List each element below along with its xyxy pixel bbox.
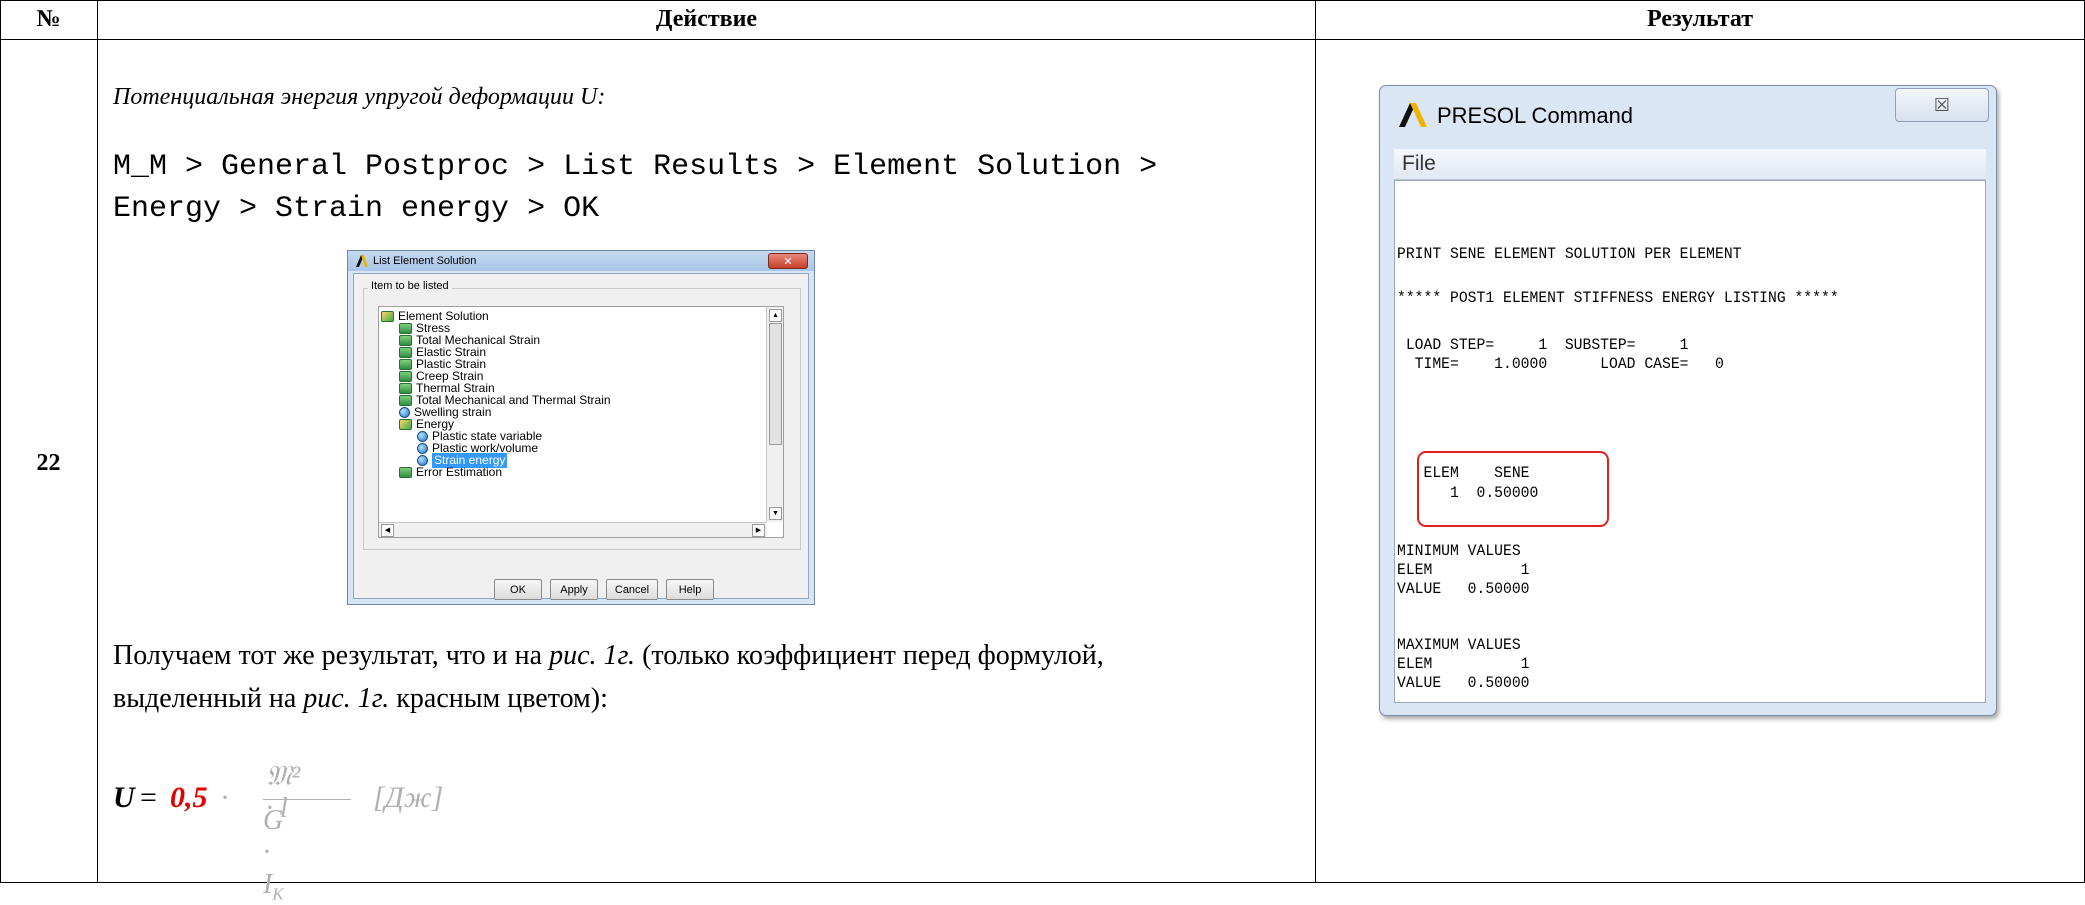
scroll-right-arrow-icon[interactable]: ▶ <box>752 524 765 537</box>
result-highlight-box <box>1417 451 1609 527</box>
dialog-title-bar[interactable]: List Element Solution ✕ <box>348 251 814 271</box>
energy-heading: Потенциальная энергия упругой деформации… <box>113 84 606 110</box>
figure-reference: рис. 1г. <box>549 640 636 671</box>
header-action: Действие <box>655 6 758 32</box>
folder-open-icon <box>381 311 394 322</box>
tree-item-error-estimation[interactable]: Error Estimation <box>399 465 502 480</box>
formula-lhs: U <box>113 781 135 814</box>
menu-path-line-1: M_M > General Postproc > List Results > … <box>113 150 1158 184</box>
dialog-title: List Element Solution <box>373 255 477 267</box>
listing-line: VALUE 0.50000 <box>1397 580 1530 598</box>
menu-file[interactable]: File <box>1402 152 1436 176</box>
column-divider-2 <box>1315 0 1316 883</box>
apply-button[interactable]: Apply <box>550 579 598 600</box>
item-group-label: Item to be listed <box>368 280 452 292</box>
formula-fraction-bar <box>263 799 351 800</box>
header-number: № <box>36 6 61 32</box>
scroll-up-arrow-icon[interactable]: ▲ <box>769 309 782 322</box>
listing-line: MINIMUM VALUES <box>1397 542 1521 560</box>
formula-coefficient: 0,5 <box>170 781 208 814</box>
listing-area[interactable]: PRINT SENE ELEMENT SOLUTION PER ELEMENT … <box>1394 180 1986 703</box>
folder-open-icon <box>399 419 412 430</box>
column-divider-1 <box>97 0 98 883</box>
row-number: 22 <box>36 450 61 476</box>
ansys-logo-icon <box>356 255 368 267</box>
formula-unit: [Дж] <box>373 781 444 814</box>
listing-line: LOAD STEP= 1 SUBSTEP= 1 <box>1397 336 1689 354</box>
window-close-button[interactable]: ☒ <box>1895 88 1989 122</box>
solution-tree[interactable]: Element Solution Stress Total Mechanical… <box>378 306 784 538</box>
result-text-line-2: выделенный на рис. 1г. красным цветом): <box>113 683 608 714</box>
formula-dot: · <box>220 781 230 814</box>
result-text-line-1: Получаем тот же результат, что и на рис.… <box>113 640 1104 671</box>
formula-equals: = <box>140 781 157 814</box>
listing-line: ***** POST1 ELEMENT STIFFNESS ENERGY LIS… <box>1397 289 1839 307</box>
dialog-body: Item to be listed Element Solution Stres… <box>353 273 809 600</box>
menu-bar: File <box>1394 149 1986 180</box>
scroll-thumb[interactable] <box>769 323 782 445</box>
header-divider <box>0 39 2085 40</box>
formula-subscript: К <box>272 884 284 904</box>
listing-line: MAXIMUM VALUES <box>1397 636 1521 654</box>
listing-line: PRINT SENE ELEMENT SOLUTION PER ELEMENT <box>1397 245 1742 263</box>
help-button[interactable]: Help <box>666 579 714 600</box>
presol-command-window: PRESOL Command ☒ File PRINT SENE ELEMENT… <box>1379 85 1997 716</box>
cancel-button[interactable]: Cancel <box>606 579 658 600</box>
folder-icon <box>399 467 412 478</box>
dialog-close-button[interactable]: ✕ <box>768 253 808 269</box>
listing-line: ELEM 1 <box>1397 561 1530 579</box>
menu-path-line-2: Energy > Strain energy > OK <box>113 192 600 226</box>
listing-line: ELEM 1 <box>1397 655 1530 673</box>
scroll-left-arrow-icon[interactable]: ◀ <box>381 524 394 537</box>
tree-vertical-scrollbar[interactable]: ▲ ▼ <box>766 307 783 522</box>
header-result: Результат <box>1646 6 1754 32</box>
scroll-down-arrow-icon[interactable]: ▼ <box>769 507 782 520</box>
formula-denominator: G · IК <box>263 805 284 904</box>
list-element-solution-dialog: List Element Solution ✕ Item to be liste… <box>347 250 815 605</box>
listing-line: TIME= 1.0000 LOAD CASE= 0 <box>1397 355 1724 373</box>
tree-horizontal-scrollbar[interactable]: ◀ ▶ <box>379 522 767 537</box>
figure-reference: рис. 1г. <box>303 683 390 714</box>
table-left-border <box>0 0 1 883</box>
ok-button[interactable]: OK <box>494 579 542 600</box>
ansys-logo-icon <box>1399 103 1427 127</box>
window-title: PRESOL Command <box>1437 103 1634 128</box>
listing-line: VALUE 0.50000 <box>1397 674 1530 692</box>
